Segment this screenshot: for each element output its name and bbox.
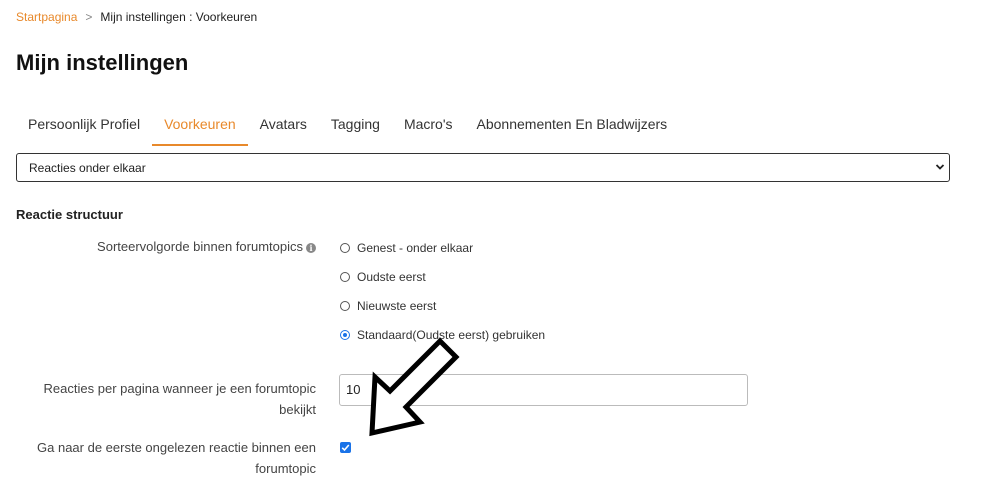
tab-voorkeuren[interactable]: Voorkeuren — [152, 116, 248, 146]
replies-per-page-input[interactable]: 10 — [339, 374, 748, 406]
replies-per-page-label-line1: Reacties per pagina wanneer je een forum… — [43, 381, 316, 396]
radio-option-label: Standaard(Oudste eerst) gebruiken — [357, 328, 546, 342]
tab-persoonlijk-profiel[interactable]: Persoonlijk Profiel — [16, 116, 152, 146]
radio-option-standaard[interactable]: Standaard(Oudste eerst) gebruiken — [340, 328, 545, 342]
chevron-down-icon — [935, 164, 945, 170]
sort-order-label-text: Sorteervolgorde binnen forumtopics — [97, 239, 303, 254]
breadcrumb-separator: > — [85, 10, 93, 24]
breadcrumb-home-link[interactable]: Startpagina — [16, 10, 77, 24]
tab-macros[interactable]: Macro's — [392, 116, 465, 146]
radio-option-label: Oudste eerst — [357, 270, 426, 284]
tab-avatars[interactable]: Avatars — [248, 116, 319, 146]
breadcrumb-current: Mijn instellingen : Voorkeuren — [100, 10, 258, 24]
first-unread-label-line2: forumtopic — [255, 461, 316, 476]
radio-option-genest[interactable]: Genest - onder elkaar — [340, 241, 473, 255]
tab-tagging[interactable]: Tagging — [319, 116, 392, 146]
view-select[interactable]: Reacties onder elkaar — [16, 153, 950, 182]
info-icon[interactable]: i — [306, 242, 316, 253]
radio-option-nieuwste-eerst[interactable]: Nieuwste eerst — [340, 299, 436, 313]
first-unread-label-line1: Ga naar de eerste ongelezen reactie binn… — [37, 440, 316, 455]
first-unread-checkbox[interactable] — [340, 442, 351, 453]
checkmark-icon — [341, 444, 350, 452]
radio-option-label: Nieuwste eerst — [357, 299, 437, 313]
breadcrumb: Startpagina > Mijn instellingen : Voorkeur… — [16, 10, 257, 24]
tab-abonnementen-en-bladwijzers[interactable]: Abonnementen En Bladwijzers — [465, 116, 680, 146]
replies-per-page-label: Reacties per pagina wanneer je een forum… — [16, 378, 316, 420]
radio-button-checked[interactable] — [340, 330, 350, 340]
radio-button[interactable] — [340, 301, 350, 311]
first-unread-label: Ga naar de eerste ongelezen reactie binn… — [16, 437, 316, 479]
section-title: Reactie structuur — [16, 207, 123, 222]
replies-per-page-label-line2: bekijkt — [279, 402, 316, 417]
radio-option-label: Genest - onder elkaar — [357, 241, 474, 255]
radio-button[interactable] — [340, 243, 350, 253]
page-title: Mijn instellingen — [16, 50, 189, 75]
view-select-value: Reacties onder elkaar — [29, 161, 146, 175]
sort-order-label: Sorteervolgorde binnen forumtopics i — [16, 236, 316, 257]
radio-option-oudste-eerst[interactable]: Oudste eerst — [340, 270, 426, 284]
radio-button[interactable] — [340, 272, 350, 282]
tab-bar: Persoonlijk Profiel Voorkeuren Avatars T… — [16, 116, 679, 146]
